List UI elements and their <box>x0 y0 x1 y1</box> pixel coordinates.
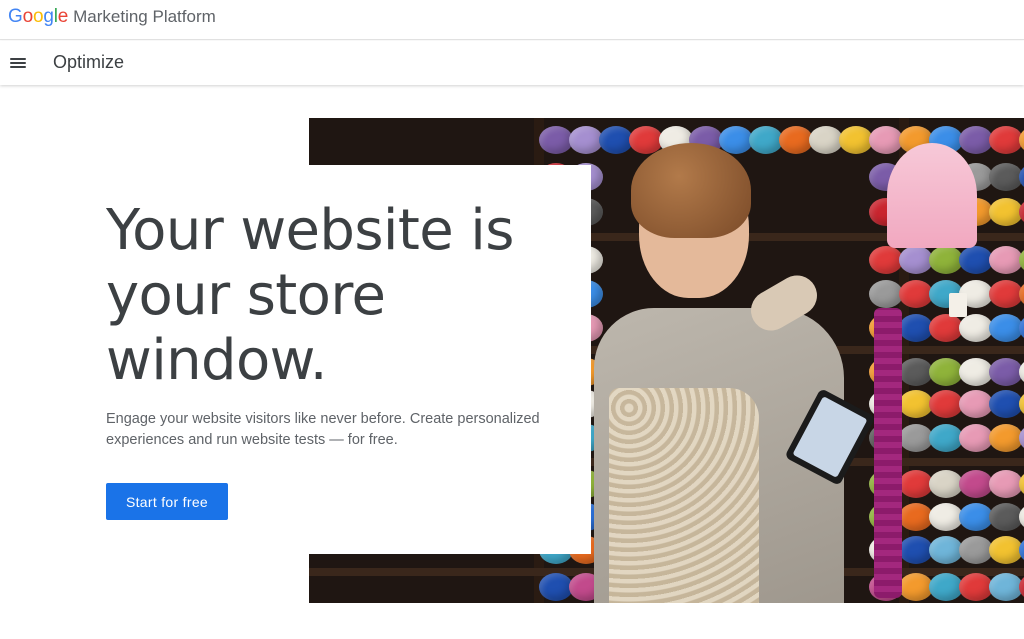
start-for-free-button[interactable]: Start for free <box>106 483 228 520</box>
hamburger-menu-icon[interactable] <box>6 51 30 75</box>
google-marketing-platform-logo[interactable]: Google Marketing Platform <box>8 6 216 28</box>
hero-title: Your website is your store window. <box>106 198 514 393</box>
brand-bar: Google Marketing Platform <box>0 0 1024 40</box>
google-logo: Google <box>8 6 69 27</box>
hero-subtitle: Engage your website visitors like never … <box>106 411 540 448</box>
product-bar: Optimize <box>0 41 1024 85</box>
brand-product-label: Marketing Platform <box>73 7 216 26</box>
product-name[interactable]: Optimize <box>53 52 124 73</box>
